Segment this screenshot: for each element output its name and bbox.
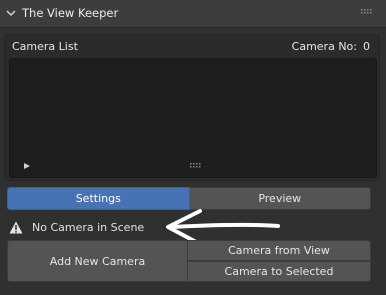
camera-list[interactable]	[9, 58, 377, 178]
camera-count-label: Camera No:	[291, 40, 357, 53]
camera-count-value: 0	[363, 40, 370, 53]
panel-header[interactable]: The View Keeper	[0, 0, 386, 28]
panel-title: The View Keeper	[22, 6, 119, 20]
camera-from-view-button[interactable]: Camera from View	[188, 240, 371, 261]
chevron-down-icon[interactable]	[4, 6, 18, 20]
list-resize-handle-icon[interactable]	[190, 163, 202, 169]
camera-to-selected-button[interactable]: Camera to Selected	[188, 261, 371, 282]
camera-list-label: Camera List	[12, 40, 78, 53]
warning-triangle-icon	[9, 221, 23, 234]
expand-triangle-icon[interactable]	[23, 162, 31, 170]
no-camera-warning: No Camera in Scene	[32, 221, 145, 234]
add-new-camera-button[interactable]: Add New Camera	[7, 240, 188, 282]
drag-handle-icon[interactable]	[361, 9, 373, 17]
camera-list-box: Camera List Camera No: 0	[4, 34, 380, 181]
